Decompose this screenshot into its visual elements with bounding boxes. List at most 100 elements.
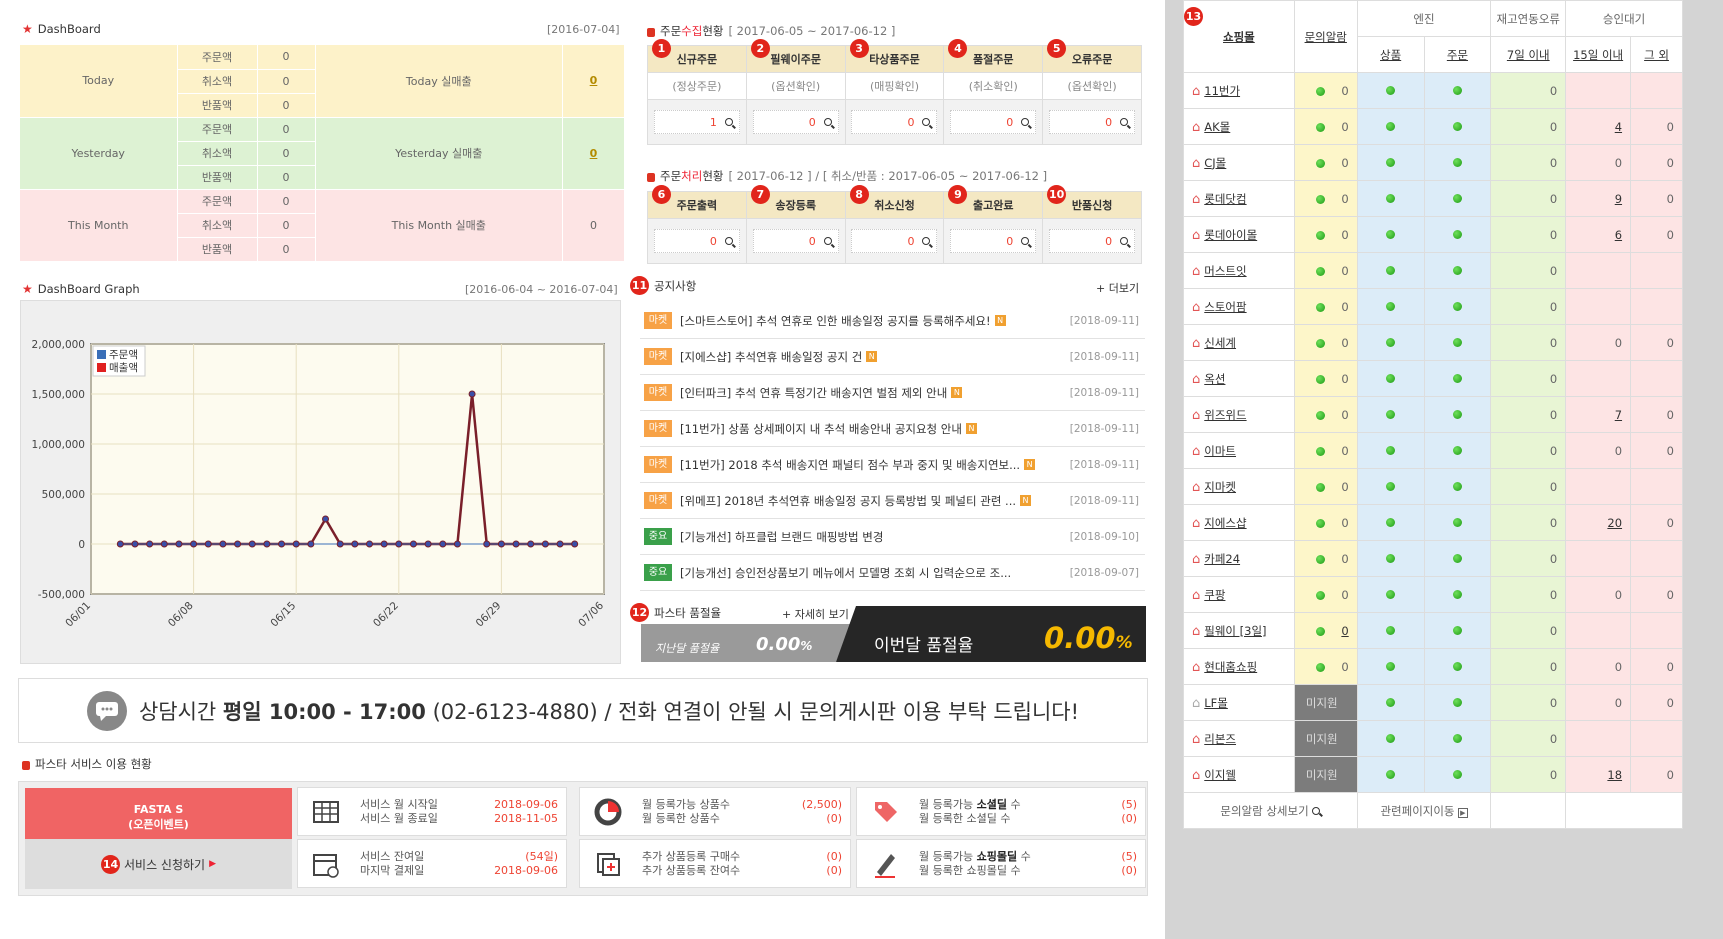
search-icon[interactable] bbox=[1021, 118, 1030, 126]
days15-count[interactable]: 6 bbox=[1565, 216, 1632, 253]
process-count-field[interactable]: 0 bbox=[851, 229, 938, 253]
notice-text[interactable]: [기능개선] 승인전상품보기 메뉴에서 모델명 조회 시 입력순으로 조... bbox=[680, 565, 1011, 581]
shop-name[interactable]: ⌂ AK몰 bbox=[1183, 108, 1295, 145]
notice-item[interactable]: 마켓 [11번가] 2018 추석 배송지연 패널티 점수 부과 중지 및 배송지… bbox=[640, 447, 1145, 483]
shop-name[interactable]: ⌂ 머스트잇 bbox=[1183, 252, 1295, 289]
shop-name[interactable]: ⌂ 신세계 bbox=[1183, 324, 1295, 361]
home-icon[interactable]: ⌂ bbox=[1192, 696, 1200, 711]
search-icon[interactable] bbox=[1021, 237, 1030, 245]
home-icon[interactable]: ⌂ bbox=[1192, 552, 1200, 567]
collect-count-field[interactable]: 1 bbox=[653, 110, 740, 134]
home-icon[interactable]: ⌂ bbox=[1192, 768, 1200, 783]
home-icon[interactable]: ⌂ bbox=[1192, 516, 1200, 531]
process-count-field[interactable]: 0 bbox=[653, 229, 740, 253]
process-count-field[interactable]: 0 bbox=[950, 229, 1037, 253]
search-icon[interactable] bbox=[823, 118, 832, 126]
notice-item[interactable]: 마켓 [인터파크] 추석 연휴 특정기간 배송지연 벌점 제외 안내 N [2018-… bbox=[640, 375, 1145, 411]
notice-item[interactable]: 마켓 [지에스샵] 추석연휴 배송일정 공지 건 N [2018-09-11] bbox=[640, 339, 1145, 375]
search-icon[interactable] bbox=[922, 237, 931, 245]
collect-count-field[interactable]: 0 bbox=[851, 110, 938, 134]
shop-name[interactable]: ⌂ LF몰 bbox=[1183, 684, 1295, 721]
notice-text[interactable]: [스마트스토어] 추석 연휴로 인한 배송일정 공지를 등록해주세요! bbox=[680, 313, 991, 329]
collect-count-field[interactable]: 0 bbox=[752, 110, 839, 134]
search-icon[interactable] bbox=[724, 237, 733, 245]
notice-text[interactable]: [지에스샵] 추석연휴 배송일정 공지 건 bbox=[680, 349, 862, 365]
shop-name[interactable]: ⌂ 이지웰 bbox=[1183, 756, 1295, 793]
home-icon[interactable]: ⌂ bbox=[1192, 336, 1200, 351]
home-icon[interactable]: ⌂ bbox=[1192, 624, 1200, 639]
home-icon[interactable]: ⌂ bbox=[1192, 156, 1200, 171]
shop-name[interactable]: ⌂ 필웨이 [3일] bbox=[1183, 612, 1295, 649]
notice-tag: 마켓 bbox=[644, 348, 672, 365]
home-icon[interactable]: ⌂ bbox=[1192, 120, 1200, 135]
home-icon[interactable]: ⌂ bbox=[1192, 408, 1200, 423]
days15-count[interactable]: 7 bbox=[1565, 396, 1632, 433]
collect-count-field[interactable]: 0 bbox=[950, 110, 1037, 134]
notice-text[interactable]: [11번가] 상품 상세페이지 내 추석 배송안내 공지요청 안내 bbox=[680, 421, 962, 437]
home-icon[interactable]: ⌂ bbox=[1192, 480, 1200, 495]
shop-name[interactable]: ⌂ CJ몰 bbox=[1183, 144, 1295, 181]
shop-name[interactable]: ⌂ 지마켓 bbox=[1183, 468, 1295, 505]
days7-header[interactable]: 7일 이내 bbox=[1490, 36, 1567, 73]
home-icon[interactable]: ⌂ bbox=[1192, 84, 1200, 99]
shop-name[interactable]: ⌂ 지에스샵 bbox=[1183, 504, 1295, 541]
order-header[interactable]: 주문 bbox=[1423, 36, 1492, 73]
notice-item[interactable]: 중요 [기능개선] 하프클럽 브랜드 매핑방법 변경 [2018-09-10] bbox=[640, 519, 1145, 555]
shop-name[interactable]: ⌂ 리본즈 bbox=[1183, 720, 1295, 757]
home-icon[interactable]: ⌂ bbox=[1192, 588, 1200, 603]
notice-text[interactable]: [11번가] 2018 추석 배송지연 패널티 점수 부과 중지 및 배송지연보… bbox=[680, 457, 1020, 473]
sales-value-link[interactable]: 0 bbox=[590, 74, 598, 87]
home-icon[interactable]: ⌂ bbox=[1192, 300, 1200, 315]
status-dot-icon bbox=[1452, 445, 1462, 455]
shop-name[interactable]: ⌂ 스토어팜 bbox=[1183, 288, 1295, 325]
sales-value[interactable]: 0 bbox=[562, 45, 625, 118]
home-icon[interactable]: ⌂ bbox=[1192, 264, 1200, 279]
home-icon[interactable]: ⌂ bbox=[1192, 372, 1200, 387]
shop-name[interactable]: ⌂ 이마트 bbox=[1183, 432, 1295, 469]
shop-name[interactable]: ⌂ 옥션 bbox=[1183, 360, 1295, 397]
days15-header[interactable]: 15일 이내 bbox=[1565, 36, 1632, 73]
shop-name[interactable]: ⌂ 11번가 bbox=[1183, 72, 1295, 109]
notice-text[interactable]: [위메프] 2018년 추석연휴 배송일정 공지 등록방법 및 페널티 관련 .… bbox=[680, 493, 1016, 509]
period-label: Yesterday bbox=[20, 117, 178, 190]
shop-name[interactable]: ⌂ 쿠팡 bbox=[1183, 576, 1295, 613]
process-count-field[interactable]: 0 bbox=[752, 229, 839, 253]
days15-count[interactable]: 4 bbox=[1565, 108, 1632, 145]
related-page-button[interactable]: 관련페이지이동 ▶ bbox=[1356, 792, 1492, 829]
sales-value-link[interactable]: 0 bbox=[590, 147, 598, 160]
notice-item[interactable]: 중요 [기능개선] 승인전상품보기 메뉴에서 모델명 조회 시 입력순으로 조..… bbox=[640, 555, 1145, 591]
other-header[interactable]: 그 외 bbox=[1630, 36, 1683, 73]
notice-item[interactable]: 마켓 [위메프] 2018년 추석연휴 배송일정 공지 등록방법 및 페널티 관련… bbox=[640, 483, 1145, 519]
status-dot-icon bbox=[1316, 230, 1326, 240]
shop-name[interactable]: ⌂ 현대홈쇼핑 bbox=[1183, 648, 1295, 685]
shop-name[interactable]: ⌂ 롯데닷컴 bbox=[1183, 180, 1295, 217]
search-icon[interactable] bbox=[724, 118, 733, 126]
sales-value[interactable]: 0 bbox=[562, 117, 625, 190]
search-icon[interactable] bbox=[823, 237, 832, 245]
search-icon[interactable] bbox=[1120, 237, 1129, 245]
shop-name[interactable]: ⌂ 카페24 bbox=[1183, 540, 1295, 577]
collect-count-field[interactable]: 0 bbox=[1049, 110, 1136, 134]
status-dot-icon bbox=[1316, 410, 1326, 420]
shop-name[interactable]: ⌂ 롯데아이몰 bbox=[1183, 216, 1295, 253]
home-icon[interactable]: ⌂ bbox=[1192, 192, 1200, 207]
notice-item[interactable]: 마켓 [스마트스토어] 추석 연휴로 인한 배송일정 공지를 등록해주세요! N [2… bbox=[640, 303, 1145, 339]
apply-service-button[interactable]: 14 서비스 신청하기 ▶ bbox=[25, 839, 292, 889]
home-icon[interactable]: ⌂ bbox=[1192, 660, 1200, 675]
notice-text[interactable]: [기능개선] 하프클럽 브랜드 매핑방법 변경 bbox=[680, 529, 883, 545]
home-icon[interactable]: ⌂ bbox=[1192, 228, 1200, 243]
shop-name[interactable]: ⌂ 위즈위드 bbox=[1183, 396, 1295, 433]
more-link[interactable]: + 더보기 bbox=[1096, 280, 1139, 296]
search-icon[interactable] bbox=[922, 118, 931, 126]
home-icon[interactable]: ⌂ bbox=[1192, 732, 1200, 747]
inquiry-detail-button[interactable]: 문의알람 상세보기 bbox=[1183, 792, 1358, 829]
process-count-field[interactable]: 0 bbox=[1049, 229, 1136, 253]
notice-item[interactable]: 마켓 [11번가] 상품 상세페이지 내 추석 배송안내 공지요청 안내 N [201… bbox=[640, 411, 1145, 447]
notice-text[interactable]: [인터파크] 추석 연휴 특정기간 배송지연 벌점 제외 안내 bbox=[680, 385, 947, 401]
days15-count[interactable]: 18 bbox=[1565, 756, 1632, 793]
days15-count[interactable]: 9 bbox=[1565, 180, 1632, 217]
product-header[interactable]: 상품 bbox=[1356, 36, 1425, 73]
home-icon[interactable]: ⌂ bbox=[1192, 444, 1200, 459]
search-icon[interactable] bbox=[1120, 118, 1129, 126]
days15-count[interactable]: 20 bbox=[1565, 504, 1632, 541]
